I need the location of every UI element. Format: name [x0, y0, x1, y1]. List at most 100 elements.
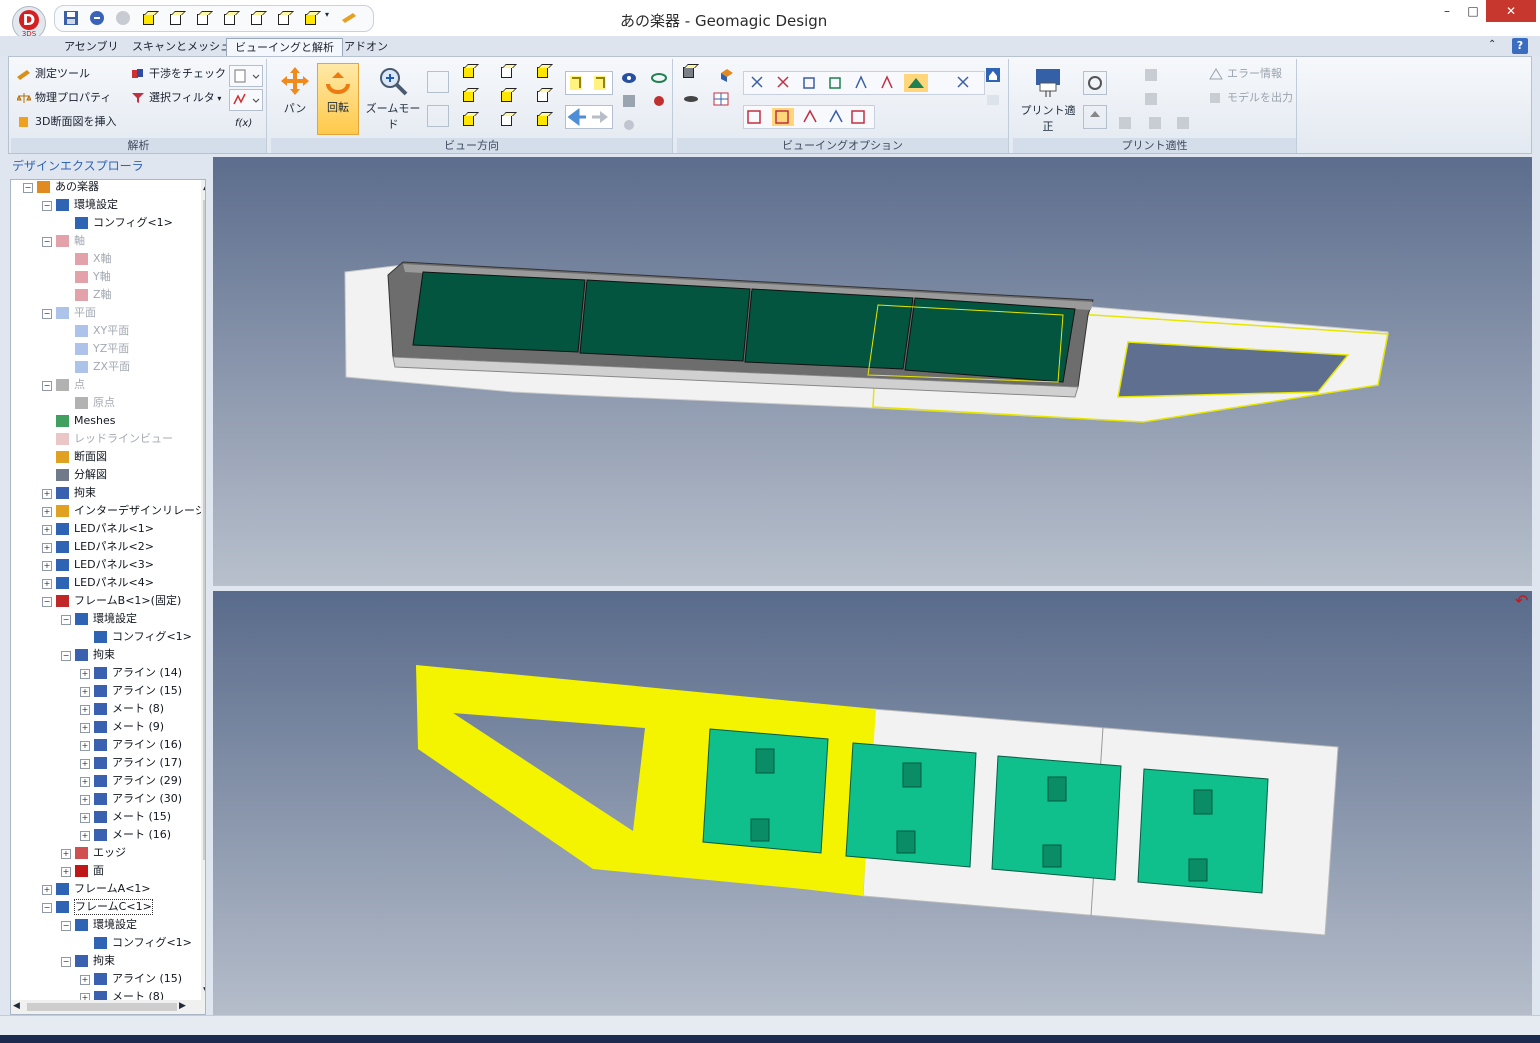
insert-3d-section-button[interactable]: 3D断面図を挿入	[17, 113, 116, 131]
print-option-4-icon[interactable]	[1147, 115, 1163, 131]
tree-item[interactable]: + LEDパネル<1>	[11, 520, 199, 538]
view-cube-back-icon[interactable]	[170, 10, 186, 26]
view-cube-iso-icon[interactable]	[305, 10, 321, 26]
tree-item[interactable]: − フレームB<1>(固定)	[11, 592, 199, 610]
maximize-button[interactable]: □	[1462, 0, 1484, 22]
expand-icon[interactable]: +	[61, 867, 71, 877]
expand-icon[interactable]: +	[42, 885, 52, 895]
tree-item[interactable]: + LEDパネル<4>	[11, 574, 199, 592]
physical-props-button[interactable]: 物理プロパティ	[16, 89, 111, 107]
expand-icon[interactable]: +	[42, 525, 52, 535]
expand-icon[interactable]: +	[80, 831, 90, 841]
viewport-rotate-icon[interactable]: ↶	[1515, 591, 1528, 610]
expand-icon[interactable]: +	[42, 543, 52, 553]
tree-item[interactable]: YZ平面	[11, 340, 199, 358]
tool-icon[interactable]	[651, 93, 667, 109]
expand-icon[interactable]: +	[80, 741, 90, 751]
save-icon[interactable]	[63, 10, 79, 26]
print-option-1-icon[interactable]	[1143, 67, 1159, 83]
tree-item[interactable]: + アライン (17)	[11, 754, 199, 772]
tree-item[interactable]: 原点	[11, 394, 199, 412]
collapse-icon[interactable]: −	[23, 183, 33, 193]
tree-item[interactable]: − 拘束	[11, 952, 199, 970]
model-view-bottom[interactable]	[213, 591, 1532, 1015]
interference-check-button[interactable]: 干渉をチェック	[131, 65, 226, 83]
app-logo[interactable]: D 3DS	[12, 6, 46, 40]
tree-item[interactable]: + フレームA<1>	[11, 880, 199, 898]
tree-item[interactable]: Meshes	[11, 412, 199, 430]
view-cube-top-icon[interactable]	[251, 10, 267, 26]
expand-icon[interactable]: +	[42, 507, 52, 517]
collapse-icon[interactable]: −	[42, 201, 52, 211]
tree-item[interactable]: − 平面	[11, 304, 199, 322]
rotate-ccw-button[interactable]	[565, 71, 613, 95]
measure-ruler-icon[interactable]	[341, 10, 357, 26]
expand-icon[interactable]: +	[42, 579, 52, 589]
tree-vertical-scrollbar[interactable]: ▲ ▼	[201, 180, 205, 1000]
view-dimetric-icon[interactable]	[501, 115, 517, 131]
ribbon-collapse-icon[interactable]: ⌃	[1488, 39, 1496, 50]
tab-assembly[interactable]: アセンブリ	[56, 38, 126, 56]
view-eye-green-icon[interactable]	[651, 69, 667, 85]
view-cube-bottom-icon[interactable]	[278, 10, 294, 26]
print-option-3-icon[interactable]	[1117, 115, 1133, 131]
collapse-icon[interactable]: −	[61, 651, 71, 661]
collapse-icon[interactable]: −	[42, 309, 52, 319]
error-info-button[interactable]: エラー情報	[1209, 65, 1282, 83]
export-model-button[interactable]: モデルを出力	[1209, 89, 1293, 107]
tree-item[interactable]: + メート (16)	[11, 826, 199, 844]
tree-item[interactable]: − 軸	[11, 232, 199, 250]
collapse-icon[interactable]: −	[42, 381, 52, 391]
tree-item[interactable]: + メート (15)	[11, 808, 199, 826]
expand-icon[interactable]: +	[80, 705, 90, 715]
tree-item[interactable]: レッドラインビュー	[11, 430, 199, 448]
tree-item[interactable]: + アライン (30)	[11, 790, 199, 808]
close-button[interactable]: ✕	[1486, 0, 1536, 22]
tree-item[interactable]: コンフィグ<1>	[11, 628, 199, 646]
collapse-icon[interactable]: −	[42, 237, 52, 247]
expand-icon[interactable]: +	[80, 687, 90, 697]
print-settings-icon[interactable]	[1083, 71, 1107, 95]
view-left-icon[interactable]	[463, 91, 479, 107]
tree-item[interactable]: XY平面	[11, 322, 199, 340]
collapse-icon[interactable]: −	[61, 615, 71, 625]
tree-item[interactable]: − あの楽器	[11, 180, 199, 196]
tree-item[interactable]: + メート (9)	[11, 718, 199, 736]
tree-item[interactable]: + アライン (15)	[11, 682, 199, 700]
grid-view-icon[interactable]	[713, 91, 729, 107]
expand-icon[interactable]: +	[80, 777, 90, 787]
tree-horizontal-scrollbar[interactable]: ◀ ▶	[11, 1000, 205, 1014]
tree-item[interactable]: + 面	[11, 862, 199, 880]
scroll-left-icon[interactable]: ◀	[13, 1001, 20, 1011]
expand-icon[interactable]: +	[80, 723, 90, 733]
tab-scan-mesh[interactable]: スキャンとメッシュ	[124, 38, 239, 56]
zoom-area-icon[interactable]	[427, 105, 449, 127]
collapse-icon[interactable]: −	[42, 903, 52, 913]
viewport-bottom[interactable]: ↶	[213, 591, 1532, 1015]
tree-item[interactable]: + インターデザインリレーショ	[11, 502, 205, 520]
view-eye-icon[interactable]	[621, 69, 637, 85]
tree-item[interactable]: − 点	[11, 376, 199, 394]
expand-icon[interactable]: +	[80, 795, 90, 805]
zoom-mode-button[interactable]: ズームモード	[361, 65, 425, 135]
scroll-right-icon[interactable]: ▶	[179, 1001, 186, 1011]
undo-icon[interactable]	[89, 10, 105, 26]
expand-icon[interactable]: +	[80, 813, 90, 823]
print-option-5-icon[interactable]	[1175, 115, 1191, 131]
scroll-thumb[interactable]	[203, 200, 205, 860]
model-view-iso[interactable]	[213, 157, 1532, 586]
selection-filter-button[interactable]: 選択フィルタ ▾	[131, 89, 221, 107]
scroll-down-icon[interactable]: ▼	[203, 986, 205, 996]
tree-item[interactable]: + アライン (16)	[11, 736, 199, 754]
collapse-icon[interactable]: −	[42, 597, 52, 607]
hscroll-thumb[interactable]	[27, 1003, 177, 1011]
tree-item[interactable]: + エッジ	[11, 844, 199, 862]
tree-item[interactable]: Z軸	[11, 286, 199, 304]
view-bottom-icon[interactable]	[463, 115, 479, 131]
tree-item[interactable]: − 拘束	[11, 646, 199, 664]
minimize-button[interactable]: –	[1436, 0, 1458, 22]
print-option-2-icon[interactable]	[1143, 91, 1159, 107]
grid-icon[interactable]	[621, 93, 637, 109]
view-iso-icon[interactable]	[463, 67, 479, 83]
collapse-icon[interactable]: −	[61, 921, 71, 931]
